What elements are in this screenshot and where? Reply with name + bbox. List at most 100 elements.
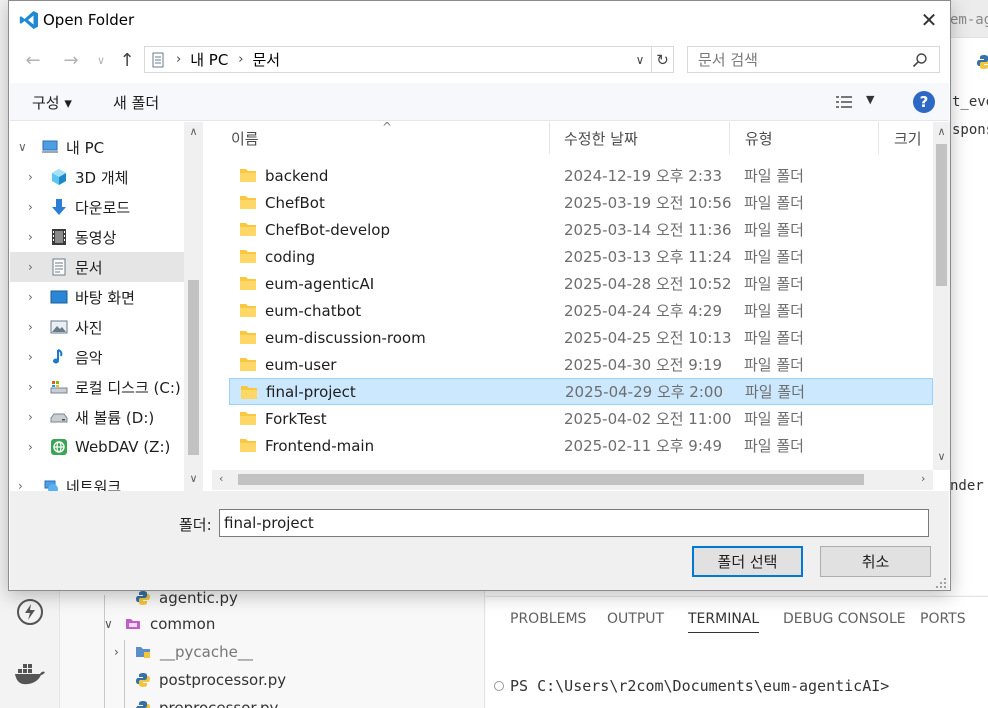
scroll-down-arrow-icon[interactable]: ∨ <box>933 450 950 463</box>
breadcrumb-my-pc[interactable]: 내 PC <box>190 49 228 70</box>
file-row[interactable]: ChefBot-develop 2025-03-14 오전 11:36 파일 폴더 <box>229 216 933 243</box>
folder-icon <box>240 223 256 236</box>
folder-name-input[interactable] <box>219 509 929 537</box>
file-name: backend <box>265 166 329 185</box>
command-bar: 구성 ▾ 새 폴더 ▼ ? <box>10 83 949 121</box>
download-icon <box>52 199 66 215</box>
terminal-prompt[interactable]: PS C:\Users\r2com\Documents\eum-agenticA… <box>494 677 889 695</box>
file-list-vertical-scrollbar[interactable]: ∧ ∨ <box>933 122 950 470</box>
nav-item-my-pc[interactable]: ∨ 내 PC <box>10 132 185 162</box>
scroll-up-arrow-icon[interactable]: ∧ <box>933 125 950 138</box>
resize-grip-icon[interactable] <box>935 577 947 589</box>
editor-tab-label: em-agen <box>950 12 988 28</box>
view-options-dropdown[interactable]: ▼ <box>866 93 874 106</box>
chevron-right-icon: › <box>28 380 33 394</box>
tree-item-label: common <box>150 615 216 633</box>
file-row[interactable]: ChefBot 2025-03-19 오전 10:56 파일 폴더 <box>229 189 933 216</box>
file-row[interactable]: eum-agenticAI 2025-04-28 오전 10:52 파일 폴더 <box>229 270 933 297</box>
tab-problems[interactable]: PROBLEMS <box>510 611 586 627</box>
file-row[interactable]: eum-discussion-room 2025-04-25 오전 10:13 파일… <box>229 324 933 351</box>
nav-item-webdav-z[interactable]: › WebDAV (Z:) <box>10 432 185 462</box>
column-header-type[interactable]: 유형 <box>745 128 773 149</box>
vertical-scrollbar-thumb[interactable] <box>936 144 947 286</box>
nav-item-label: 동영상 <box>75 228 117 247</box>
nav-item-network[interactable]: › 네트워크 <box>10 471 185 491</box>
code-fragment: nder <box>950 478 984 494</box>
tab-terminal[interactable]: TERMINAL <box>688 611 760 633</box>
scroll-left-arrow-icon[interactable]: ‹ <box>219 472 223 485</box>
refresh-button[interactable]: ↻ <box>651 47 673 72</box>
lightning-icon[interactable] <box>13 595 47 629</box>
file-name: eum-user <box>265 355 337 374</box>
desktop-icon <box>50 290 68 304</box>
nav-item-videos[interactable]: › 동영상 <box>10 222 185 252</box>
file-name: eum-chatbot <box>265 301 362 320</box>
tree-item-postprocessor-py[interactable]: postprocessor.py <box>135 667 286 693</box>
caret-down-icon: ▼ <box>866 93 875 106</box>
nav-scrollbar-thumb[interactable] <box>188 280 199 455</box>
new-folder-button[interactable]: 새 폴더 <box>113 92 159 113</box>
nav-item-desktop[interactable]: › 바탕 화면 <box>10 282 185 312</box>
tab-ports[interactable]: PORTS <box>920 611 966 627</box>
column-header-name[interactable]: 이름 <box>231 128 259 149</box>
arrow-left-icon: ← <box>25 49 41 71</box>
nav-item-local-disk-c[interactable]: › 로컬 디스크 (C:) <box>10 372 185 402</box>
open-folder-dialog: Open Folder ✕ ← → ∨ ↑ › 내 PC › 문서 ∨ ↻ 구성… <box>8 0 951 591</box>
address-history-dropdown[interactable]: ∨ <box>629 47 651 72</box>
organize-button[interactable]: 구성 ▾ <box>32 92 72 113</box>
tree-item-common[interactable]: ∨ common <box>104 611 215 637</box>
navigation-pane: ∨ 내 PC › 3D 개체 › 다운로드 › 동영상 › 문서 › 바탕 화면 <box>10 122 204 491</box>
scroll-down-arrow-icon[interactable]: ∨ <box>184 472 203 485</box>
nav-item-downloads[interactable]: › 다운로드 <box>10 192 185 222</box>
tree-item-preprocessor-py[interactable]: preprocessor.py <box>135 695 278 708</box>
folder-icon <box>240 331 256 344</box>
file-row[interactable]: final-project 2025-04-29 오후 2:00 파일 폴더 <box>229 378 933 405</box>
scroll-right-arrow-icon[interactable]: › <box>921 472 925 485</box>
file-name: Frontend-main <box>265 436 375 455</box>
nav-item-documents[interactable]: › 문서 <box>10 252 185 282</box>
up-button[interactable]: ↑ <box>115 49 139 71</box>
file-row[interactable]: coding 2025-03-13 오후 11:24 파일 폴더 <box>229 243 933 270</box>
file-name: ForkTest <box>265 409 327 428</box>
file-row[interactable]: eum-chatbot 2025-04-24 오후 4:29 파일 폴더 <box>229 297 933 324</box>
back-button[interactable]: ← <box>21 49 45 71</box>
nav-item-volume-d[interactable]: › 새 볼륨 (D:) <box>10 402 185 432</box>
terminal-prompt-text: PS C:\Users\r2com\Documents\eum-agenticA… <box>510 677 890 695</box>
file-list-horizontal-scrollbar[interactable]: ‹ › <box>212 470 933 490</box>
forward-button[interactable]: → <box>59 49 83 71</box>
nav-item-label: 네트워크 <box>66 477 122 492</box>
terminal-status-icon <box>494 681 504 691</box>
nav-scrollbar[interactable]: ∧ ∨ <box>184 122 203 491</box>
horizontal-scrollbar-thumb[interactable] <box>238 474 864 485</box>
file-row[interactable]: ForkTest 2025-04-02 오전 11:00 파일 폴더 <box>229 405 933 432</box>
address-bar[interactable]: › 내 PC › 문서 ∨ ↻ <box>144 46 674 73</box>
breadcrumb-documents[interactable]: 문서 <box>253 49 281 70</box>
file-row[interactable]: eum-user 2025-04-30 오전 9:19 파일 폴더 <box>229 351 933 378</box>
column-header-date[interactable]: 수정한 날짜 <box>564 128 638 149</box>
tab-debug-console[interactable]: DEBUG CONSOLE <box>783 611 906 627</box>
recent-locations-button[interactable]: ∨ <box>89 49 113 71</box>
file-row[interactable]: backend 2024-12-19 오후 2:33 파일 폴더 <box>229 162 933 189</box>
search-input[interactable] <box>698 50 908 69</box>
nav-item-3d-objects[interactable]: › 3D 개체 <box>10 162 185 192</box>
search-box[interactable] <box>687 46 940 73</box>
column-divider[interactable] <box>729 122 730 154</box>
file-date: 2025-04-28 오전 10:52 <box>564 275 732 293</box>
view-details-icon[interactable] <box>835 94 853 110</box>
select-folder-button[interactable]: 폴더 선택 <box>692 546 803 577</box>
column-header-size[interactable]: 크기 <box>894 128 922 149</box>
column-divider[interactable] <box>878 122 879 154</box>
column-divider[interactable] <box>549 122 550 154</box>
nav-item-pictures[interactable]: › 사진 <box>10 312 185 342</box>
tree-item-pycache[interactable]: › __pycache__ <box>114 639 253 665</box>
file-row[interactable]: Frontend-main 2025-02-11 오후 9:49 파일 폴더 <box>229 432 933 459</box>
nav-item-music[interactable]: › 음악 <box>10 342 185 372</box>
cancel-button[interactable]: 취소 <box>820 546 931 577</box>
file-type: 파일 폴더 <box>744 329 804 347</box>
tab-output[interactable]: OUTPUT <box>607 611 664 627</box>
scroll-up-arrow-icon[interactable]: ∧ <box>184 125 203 138</box>
chevron-down-icon: ∨ <box>18 140 27 154</box>
help-button[interactable]: ? <box>913 91 935 113</box>
docker-icon[interactable] <box>13 656 47 690</box>
close-button[interactable]: ✕ <box>915 7 943 33</box>
